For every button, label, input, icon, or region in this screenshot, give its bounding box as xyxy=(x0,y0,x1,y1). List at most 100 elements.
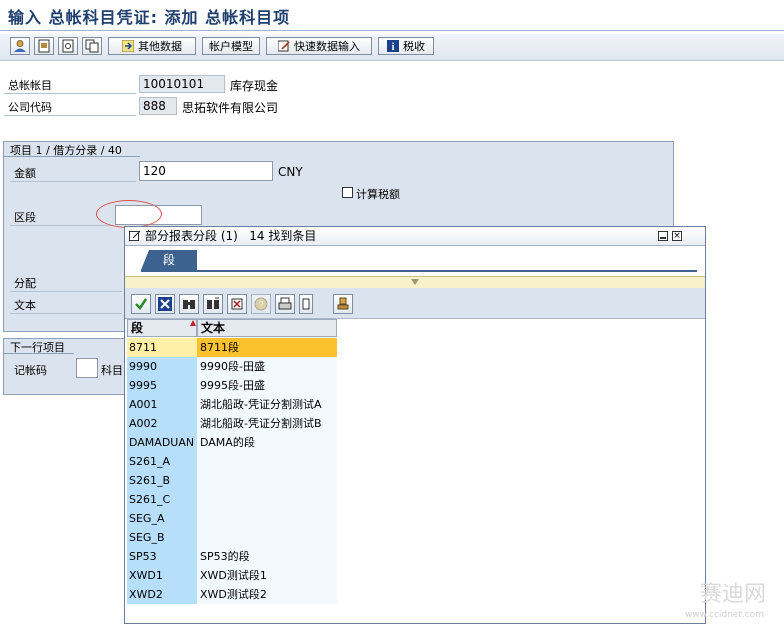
gl-account-field[interactable]: 10010101 xyxy=(139,75,225,93)
segment-cell: S261_C xyxy=(127,490,197,509)
calc-tax-label: 计算税额 xyxy=(356,188,400,201)
text-cell: XWD测试段2 xyxy=(197,585,337,604)
print-icon[interactable] xyxy=(275,294,295,314)
edit-icon xyxy=(278,40,290,52)
table-row[interactable]: SEG_A xyxy=(127,509,337,528)
text-cell: SP53的段 xyxy=(197,547,337,566)
segment-cell: S261_B xyxy=(127,471,197,490)
cancel-icon[interactable] xyxy=(155,294,175,314)
settings-icon[interactable] xyxy=(333,294,353,314)
document-icon[interactable] xyxy=(34,37,54,55)
account-model-label: 帐户模型 xyxy=(209,40,253,53)
segment-cell: SEG_B xyxy=(127,528,197,547)
filter-icon[interactable] xyxy=(227,294,247,314)
label-underline xyxy=(4,115,136,116)
table-row[interactable]: SP53 SP53的段 xyxy=(127,547,337,566)
column-header-text[interactable]: 文本 xyxy=(197,319,337,337)
segment-cell: A001 xyxy=(127,395,197,414)
table-row[interactable]: XWD1 XWD测试段1 xyxy=(127,566,337,585)
segment-cell: A002 xyxy=(127,414,197,433)
label-underline xyxy=(10,291,122,292)
text-cell xyxy=(197,509,337,528)
dialog-title-bar[interactable]: 部分报表分段 (1) 14 找到条目 × xyxy=(125,227,705,246)
column-header-segment[interactable]: 段 xyxy=(127,319,197,337)
display-document-icon[interactable] xyxy=(58,37,78,55)
edit-icon xyxy=(129,230,141,241)
segment-label: 区段 xyxy=(14,211,36,224)
label-underline xyxy=(4,93,136,94)
print-options-icon[interactable] xyxy=(299,294,313,314)
text-cell xyxy=(197,528,337,547)
text-cell: XWD测试段1 xyxy=(197,566,337,585)
tab-strip: 段 xyxy=(125,246,705,276)
chevron-down-icon xyxy=(411,279,419,285)
help-icon[interactable]: ? xyxy=(251,294,271,314)
posting-key-input[interactable] xyxy=(76,358,98,378)
segment-cell: DAMADUAN xyxy=(127,433,197,452)
table-row[interactable]: S261_B xyxy=(127,471,337,490)
tax-label: 税收 xyxy=(403,40,425,53)
other-data-label: 其他数据 xyxy=(138,40,182,53)
find-next-icon[interactable] xyxy=(203,294,223,314)
table-row[interactable]: XWD2 XWD测试段2 xyxy=(127,585,337,604)
table-row[interactable]: DAMADUAN DAMA的段 xyxy=(127,433,337,452)
other-data-button[interactable]: 其他数据 xyxy=(108,37,196,55)
table-row[interactable]: A001 湖北船政-凭证分割测试A xyxy=(127,395,337,414)
tab-segment[interactable]: 段 xyxy=(141,250,197,270)
account-model-button[interactable]: 帐户模型 xyxy=(202,37,260,55)
label-underline xyxy=(10,225,114,226)
segment-cell: SEG_A xyxy=(127,509,197,528)
account-label: 科目 xyxy=(101,364,123,377)
calc-tax-checkbox[interactable] xyxy=(342,187,353,198)
company-name: 思拓软件有限公司 xyxy=(182,101,279,115)
watermark-url: www.ccidnet.com xyxy=(684,610,764,620)
text-cell: 9995段-田盛 xyxy=(197,376,337,395)
application-toolbar: 其他数据 帐户模型 快速数据输入 i 税收 xyxy=(0,34,784,61)
text-cell: 8711段 xyxy=(197,338,337,357)
label-underline xyxy=(10,313,122,314)
text-cell xyxy=(197,452,337,471)
table-row[interactable]: 8711 8711段 xyxy=(127,338,337,357)
person-icon[interactable] xyxy=(10,37,30,55)
close-icon[interactable]: × xyxy=(672,231,682,241)
fast-entry-button[interactable]: 快速数据输入 xyxy=(266,37,372,55)
tab-underline xyxy=(141,270,697,272)
text-label: 文本 xyxy=(14,299,36,312)
table-row[interactable]: SEG_B xyxy=(127,528,337,547)
text-cell xyxy=(197,490,337,509)
svg-text:i: i xyxy=(392,42,395,52)
amount-input[interactable]: 120 xyxy=(139,161,273,181)
info-icon: i xyxy=(387,40,399,52)
gl-account-label: 总帐帐目 xyxy=(8,79,52,92)
table-row[interactable]: 9995 9995段-田盛 xyxy=(127,376,337,395)
company-code-field[interactable]: 888 xyxy=(139,97,177,115)
segment-cell: 9990 xyxy=(127,357,197,376)
fast-entry-label: 快速数据输入 xyxy=(294,40,360,53)
text-cell: 湖北船政-凭证分割测试A xyxy=(197,395,337,414)
table-row[interactable]: A002 湖北船政-凭证分割测试B xyxy=(127,414,337,433)
text-cell: DAMA的段 xyxy=(197,433,337,452)
copy-icon[interactable] xyxy=(82,37,102,55)
group-title-underline xyxy=(4,353,74,354)
table-row[interactable]: 9990 9990段-田盛 xyxy=(127,357,337,376)
segment-search-dialog: 部分报表分段 (1) 14 找到条目 × 段 ? 段 文本 8711 8711段… xyxy=(124,226,706,624)
check-icon[interactable] xyxy=(131,294,151,314)
table-row[interactable]: S261_A xyxy=(127,452,337,471)
table-row[interactable]: S261_C xyxy=(127,490,337,509)
text-cell: 9990段-田盛 xyxy=(197,357,337,376)
segment-cell: S261_A xyxy=(127,452,197,471)
watermark-logo: 赛迪网 xyxy=(699,582,766,607)
posting-key-label: 记帐码 xyxy=(14,364,47,377)
tax-button[interactable]: i 税收 xyxy=(378,37,434,55)
dialog-title: 部分报表分段 (1) 14 找到条目 xyxy=(145,229,317,243)
find-icon[interactable] xyxy=(179,294,199,314)
segment-cell: XWD1 xyxy=(127,566,197,585)
dialog-toolbar: ? xyxy=(125,288,705,319)
company-code-label: 公司代码 xyxy=(8,101,52,114)
assignment-label: 分配 xyxy=(14,277,36,290)
segment-cell: XWD2 xyxy=(127,585,197,604)
text-cell xyxy=(197,471,337,490)
minimize-icon[interactable] xyxy=(658,231,668,241)
gl-account-description: 库存现金 xyxy=(230,79,279,93)
text-cell: 湖北船政-凭证分割测试B xyxy=(197,414,337,433)
